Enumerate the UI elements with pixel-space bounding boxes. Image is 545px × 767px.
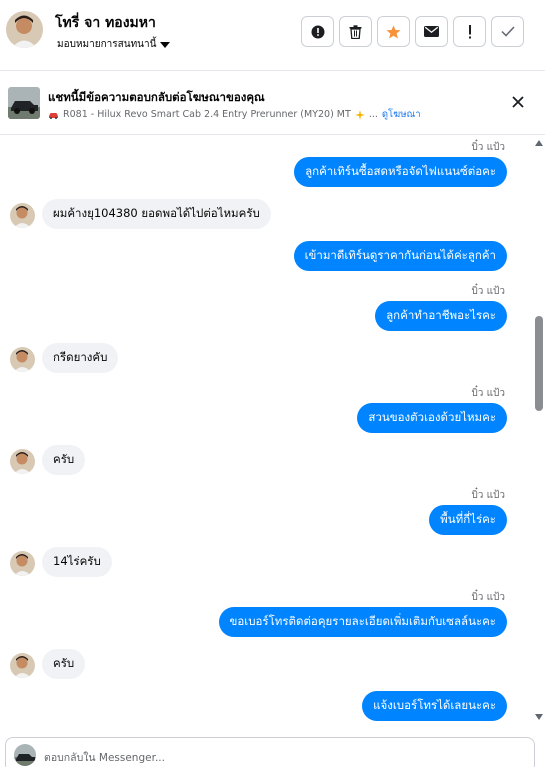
sender-name: บิ๋ว แป้ว [471,490,505,501]
incoming-message[interactable]: ครับ [42,445,86,475]
alert-circle-icon [311,25,324,38]
thread-scrollbar[interactable] [532,136,545,728]
assign-label: มอบหมายการสนทนานี้ [57,39,157,50]
contact-avatar-small [10,653,35,678]
contact-avatar-small [10,203,35,228]
incoming-message[interactable]: ครับ [42,649,86,679]
outgoing-message[interactable]: เข้ามาดีเทิร์นดูราคากันก่อนได้ค่ะลูกค้า [293,241,507,271]
outgoing-message[interactable]: พื้นที่กี่ไร่คะ [429,505,507,535]
outgoing-message[interactable]: ลูกค้าเทิร์นซื้อสดหรือจัดไฟแนนซ์ต่อคะ [294,157,507,187]
ad-thumbnail[interactable] [8,87,40,119]
contact-name[interactable]: โทรี่ จา ทองมหา [55,12,156,34]
close-icon[interactable] [511,95,525,109]
reply-composer[interactable]: ตอบกลับใน Messenger... [5,737,535,767]
delete-button[interactable] [339,16,372,47]
mark-unread-button[interactable] [415,16,448,47]
outgoing-message[interactable]: แจ้งเบอร์โทรได้เลยนะคะ [362,691,507,721]
page-avatar [14,744,36,766]
view-ad-link[interactable]: ดูโฆษณา [382,107,421,122]
ad-banner-subtitle: R081 - Hilux Revo Smart Cab 2.4 Entry Pr… [48,107,421,122]
envelope-icon [424,26,439,37]
contact-avatar-small [10,551,35,576]
sender-name: บิ๋ว แป้ว [471,286,505,297]
contact-avatar[interactable] [6,11,43,48]
sparkles-icon [354,109,365,120]
header-actions [301,16,524,47]
mark-done-button[interactable] [491,16,524,47]
sender-name: บิ๋ว แป้ว [471,592,505,603]
ad-name-ellipsis: ... [368,109,378,120]
scroll-down-arrow-icon[interactable] [535,714,543,720]
message-thread: บิ๋ว แป้ว ลูกค้าเทิร์นซื้อสดหรือจัดไฟแนน… [0,136,532,728]
sender-name: บิ๋ว แป้ว [471,388,505,399]
follow-up-button[interactable] [377,16,410,47]
incoming-message[interactable]: ผมค้างยุ104380 ยอดพอได้ไปต่อไหมครับ [42,199,271,229]
trash-icon [349,24,362,39]
ad-banner-title: แชทนี้มีข้อความตอบกลับต่อโฆษณาของคุณ [48,90,265,104]
contact-avatar-small [10,449,35,474]
mark-spam-button[interactable] [301,16,334,47]
scrollbar-thumb[interactable] [535,316,543,411]
mark-important-button[interactable] [453,16,486,47]
outgoing-message[interactable]: สวนของตัวเองด้วยไหมคะ [357,403,507,433]
check-icon [500,26,515,37]
sender-name: บิ๋ว แป้ว [471,142,505,153]
ad-reply-banner: แชทนี้มีข้อความตอบกลับต่อโฆษณาของคุณ R08… [0,71,545,135]
exclamation-icon [468,24,471,38]
incoming-message[interactable]: 14ไร่ครับ [42,547,112,577]
scroll-up-arrow-icon[interactable] [535,140,543,146]
contact-avatar-small [10,347,35,372]
outgoing-message[interactable]: ขอเบอร์โทรติดต่อคุยรายละเอียดเพิ่มเติมกั… [218,607,507,637]
star-icon [386,25,401,38]
ad-name: R081 - Hilux Revo Smart Cab 2.4 Entry Pr… [63,109,351,120]
car-icon [49,112,58,119]
reply-input-placeholder[interactable]: ตอบกลับใน Messenger... [44,749,165,766]
incoming-message[interactable]: กรีดยางคับ [42,343,119,373]
conversation-header: โทรี่ จา ทองมหา มอบหมายการสนทนานี้ [0,0,545,71]
outgoing-message[interactable]: ลูกค้าทำอาชีพอะไรคะ [375,301,507,331]
assign-conversation-dropdown[interactable]: มอบหมายการสนทนานี้ [57,37,171,52]
chevron-down-icon [160,41,171,48]
